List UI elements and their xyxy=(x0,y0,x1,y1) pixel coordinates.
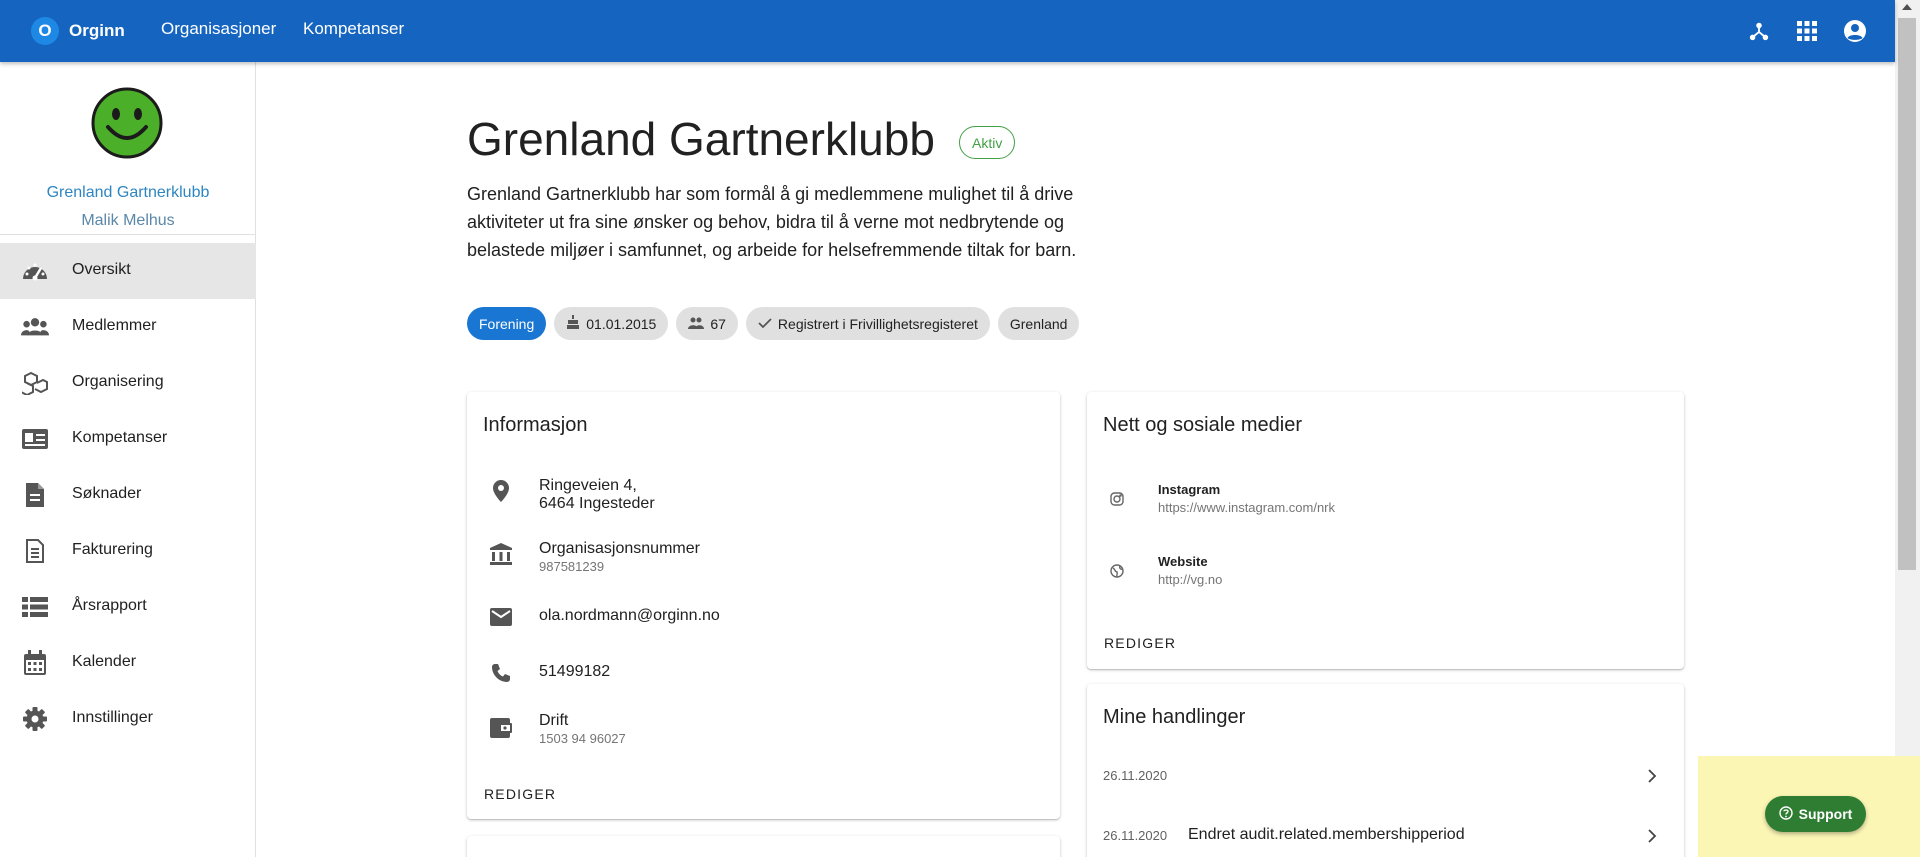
brand[interactable]: O Orginn xyxy=(31,17,125,45)
sidebar-divider xyxy=(0,234,256,235)
sidebar-item-label: Oversikt xyxy=(72,261,131,278)
sidebar-item-arsrapport[interactable]: Årsrapport xyxy=(0,579,256,635)
chevron-right-icon xyxy=(1644,828,1660,844)
chip-label: 01.01.2015 xyxy=(586,315,657,332)
instagram-url[interactable]: https://www.instagram.com/nrk xyxy=(1158,500,1335,515)
chip-region[interactable]: Grenland xyxy=(997,307,1080,340)
chip-label: Registrert i Frivillighetsregisteret xyxy=(777,315,978,332)
invoice-icon xyxy=(21,537,49,565)
cubes-icon xyxy=(21,369,49,397)
sidebar-item-label: Søknader xyxy=(72,485,142,502)
check-icon xyxy=(758,316,772,332)
chip-label: Grenland xyxy=(1009,315,1068,332)
account-circle-icon[interactable] xyxy=(1841,17,1869,45)
sidebar-user-name: Malik Melhus xyxy=(81,212,175,229)
wallet-icon xyxy=(487,714,515,742)
sidebar-item-label: Medlemmer xyxy=(72,317,157,334)
action-row[interactable]: 26.11.2020 xyxy=(1087,768,1684,808)
sidebar-item-kompetanser[interactable]: Kompetanser xyxy=(0,411,256,467)
sidebar-menu: Oversikt Medlemmer Organisering Kompetan… xyxy=(0,243,256,747)
website-label: Website xyxy=(1158,554,1208,569)
chip-members[interactable]: 67 xyxy=(676,307,738,340)
apps-grid-icon[interactable] xyxy=(1793,17,1821,45)
scroll-up-arrow-icon[interactable] xyxy=(1902,4,1912,10)
top-app-bar: O Orginn Organisasjoner Kompetanser xyxy=(0,0,1895,62)
brand-logo-icon: O xyxy=(31,17,59,45)
help-circle-icon xyxy=(1778,805,1793,823)
location-pin-icon xyxy=(487,477,515,505)
next-card xyxy=(467,836,1060,857)
chip-label: 67 xyxy=(710,315,726,332)
sidebar-item-soknader[interactable]: Søknader xyxy=(0,467,256,523)
sidebar-item-medlemmer[interactable]: Medlemmer xyxy=(0,299,256,355)
cake-icon xyxy=(566,315,580,332)
instagram-icon xyxy=(1105,487,1129,511)
sidebar: Grenland Gartnerklubb Malik Melhus Overs… xyxy=(0,62,256,857)
org-description: Grenland Gartnerklubb har som formål å g… xyxy=(467,184,1077,260)
instagram-label: Instagram xyxy=(1158,482,1221,497)
sidebar-item-kalender[interactable]: Kalender xyxy=(0,635,256,691)
org-tree-icon[interactable] xyxy=(1745,17,1773,45)
sidebar-item-label: Kompetanser xyxy=(72,429,168,446)
nav-organisasjoner[interactable]: Organisasjoner xyxy=(161,19,276,39)
chip-registered[interactable]: Registrert i Frivillighetsregisteret xyxy=(745,307,990,340)
action-date: 26.11.2020 xyxy=(1103,828,1168,843)
info-edit-button[interactable]: REDIGER xyxy=(484,786,556,802)
email-value: ola.nordmann@orginn.no xyxy=(539,607,720,624)
action-text: Endret audit.related.membershipperiod xyxy=(1188,826,1465,843)
brand-name: Orginn xyxy=(69,21,125,40)
social-card-title: Nett og sosiale medier xyxy=(1103,414,1302,436)
account-label: Drift xyxy=(539,712,569,729)
orgnr-value: 987581239 xyxy=(539,559,605,574)
status-badge: Aktiv xyxy=(959,126,1016,159)
sidebar-item-organisering[interactable]: Organisering xyxy=(0,355,256,411)
social-edit-button[interactable]: REDIGER xyxy=(1104,635,1176,651)
group-icon xyxy=(688,316,705,332)
scrollbar-thumb[interactable] xyxy=(1898,18,1916,570)
support-button[interactable]: Support xyxy=(1765,796,1866,832)
sidebar-item-label: Kalender xyxy=(72,653,137,670)
calendar-icon xyxy=(21,649,49,677)
sidebar-item-label: Organisering xyxy=(72,373,164,390)
sidebar-item-innstillinger[interactable]: Innstillinger xyxy=(0,691,256,747)
actions-card-title: Mine handlinger xyxy=(1103,706,1246,728)
phone-icon xyxy=(487,659,515,687)
sidebar-item-oversikt[interactable]: Oversikt xyxy=(0,243,256,299)
list-icon xyxy=(21,593,49,621)
sidebar-item-label: Årsrapport xyxy=(72,597,147,614)
action-date: 26.11.2020 xyxy=(1103,768,1168,783)
account-value: 1503 94 96027 xyxy=(539,731,626,746)
chip-label: Forening xyxy=(479,315,535,332)
bank-icon xyxy=(487,540,515,568)
org-avatar xyxy=(91,87,163,159)
page-title: Grenland Gartnerklubb xyxy=(467,113,935,165)
sidebar-org-name[interactable]: Grenland Gartnerklubb xyxy=(0,184,256,202)
sidebar-item-fakturering[interactable]: Fakturering xyxy=(0,523,256,579)
chip-type[interactable]: Forening xyxy=(467,307,547,340)
sidebar-item-label: Innstillinger xyxy=(72,709,153,726)
nav-kompetanser[interactable]: Kompetanser xyxy=(303,19,404,39)
phone-value: 51499182 xyxy=(539,663,611,680)
org-chips: Forening 01.01.2015 67 Registrert i Friv… xyxy=(467,307,1080,340)
email-icon xyxy=(487,603,515,631)
address-line1: Ringeveien 4, xyxy=(539,477,637,494)
dashboard-icon xyxy=(21,257,49,285)
id-card-icon xyxy=(21,425,49,453)
people-icon xyxy=(21,313,49,341)
social-card: Nett og sosiale medier Instagram https:/… xyxy=(1087,392,1684,669)
address-line2: 6464 Ingesteder xyxy=(539,495,655,512)
info-card-title: Informasjon xyxy=(483,414,588,436)
sidebar-item-label: Fakturering xyxy=(72,541,153,558)
action-row[interactable]: 26.11.2020 Endret audit.related.membersh… xyxy=(1087,826,1684,857)
orgnr-label: Organisasjonsnummer xyxy=(539,540,700,557)
chip-founded[interactable]: 01.01.2015 xyxy=(554,307,669,340)
chevron-right-icon xyxy=(1644,768,1660,784)
info-card: Informasjon Ringeveien 4, 6464 Ingestede… xyxy=(467,392,1060,819)
support-label: Support xyxy=(1798,806,1853,822)
website-url[interactable]: http://vg.no xyxy=(1158,572,1222,587)
document-icon xyxy=(21,481,49,509)
globe-icon xyxy=(1105,559,1129,583)
gear-icon xyxy=(21,705,49,733)
actions-card: Mine handlinger 26.11.2020 26.11.2020 En… xyxy=(1087,684,1684,857)
